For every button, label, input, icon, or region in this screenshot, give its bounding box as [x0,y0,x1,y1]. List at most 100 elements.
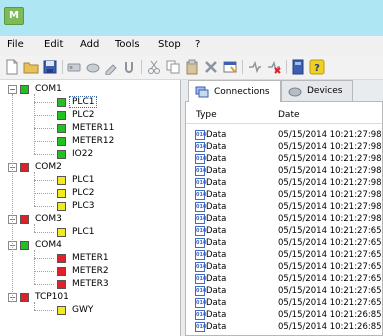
run-icon[interactable] [247,59,263,75]
table-row[interactable]: 010 Data 05/15/2014 10:21:27:98 [186,190,382,202]
toolbar: ? [0,55,383,80]
data-icon: 010 [195,226,207,236]
stop-icon[interactable] [266,59,282,75]
tree-device-node[interactable]: METER3 [57,278,111,290]
table-row[interactable]: 010 Data 05/15/2014 10:21:27:98 [186,178,382,190]
menu-add[interactable]: Add [80,39,99,50]
cell-date: 05/15/2014 10:21:27:65 [278,226,382,236]
data-icon: 010 [195,178,207,188]
properties-icon[interactable] [222,59,238,75]
save-icon[interactable] [42,59,58,75]
cell-date: 05/15/2014 10:21:26:85 [278,322,382,332]
cut-icon[interactable] [146,59,162,75]
tree-connector [34,180,54,181]
tree-device-node[interactable]: IO22 [57,148,95,160]
tree-node-label: PLC3 [72,201,95,211]
tree-port-node[interactable]: − TCP101 [8,291,71,303]
new-icon[interactable] [4,59,20,75]
tree-device-node[interactable]: METER12 [57,135,116,147]
tab-connections[interactable]: Connections [188,80,281,102]
tree-connector [34,172,35,206]
table-row[interactable]: 010 Data 05/15/2014 10:21:27:65 [186,250,382,262]
tree-port-node[interactable]: − COM2 [8,161,64,173]
data-icon: 010 [195,250,207,260]
status-square-icon [20,240,29,250]
copy-icon[interactable] [165,59,181,75]
column-type[interactable]: Type [196,110,217,120]
table-row[interactable]: 010 Data 05/15/2014 10:21:27:65 [186,262,382,274]
paste2-icon[interactable] [184,59,200,75]
help-icon[interactable]: ? [309,59,325,75]
status-square-icon [57,305,66,315]
cell-date: 05/15/2014 10:21:27:98 [278,130,382,140]
tree-connector [34,258,54,259]
tree-device-node[interactable]: PLC2 [57,109,96,121]
table-row[interactable]: 010 Data 05/15/2014 10:21:27:65 [186,286,382,298]
tree-node-label: PLC2 [72,188,95,198]
device-icon[interactable] [290,59,306,75]
app-logo-icon[interactable]: M [4,7,24,25]
settings-icon[interactable] [103,59,119,75]
table-row[interactable]: 010 Data 05/15/2014 10:21:27:65 [186,238,382,250]
tree-device-node[interactable]: GWY [57,304,95,316]
cell-type: Data [206,322,227,332]
tree-device-node[interactable]: METER2 [57,265,111,277]
data-icon: 010 [195,154,207,164]
table-row[interactable]: 010 Data 05/15/2014 10:21:27:65 [186,298,382,310]
tab-devices[interactable]: Devices [281,80,353,101]
disconnect-icon[interactable] [85,59,101,75]
tree-port-node[interactable]: − COM4 [8,239,64,251]
log-table: Type Date 010 Data 05/15/2014 10:21:27:98 0… [185,101,383,336]
menu-file[interactable]: File [7,39,24,50]
cell-date: 05/15/2014 10:21:27:65 [278,238,382,248]
column-date[interactable]: Date [278,110,300,120]
tree-port-node[interactable]: − COM1 [8,83,64,95]
menu-bar: File Edit Add Tools Stop ? [0,36,383,55]
menu-edit[interactable]: Edit [44,39,63,50]
tree-node-label: COM4 [35,240,62,250]
delete-icon[interactable] [203,59,219,75]
tree-device-node[interactable]: PLC1 [57,96,98,108]
title-bar[interactable]: M [0,0,383,36]
table-row[interactable]: 010 Data 05/15/2014 10:21:27:98 [186,214,382,226]
tree-node-label: COM3 [35,214,62,224]
tree-node-label: METER1 [72,253,109,263]
status-square-icon [57,279,66,289]
menu-help[interactable]: ? [195,39,200,50]
table-row[interactable]: 010 Data 05/15/2014 10:21:27:98 [186,202,382,214]
connection-tree[interactable]: − COM1 PLC1 PLC2 METER11 METER12 IO22 − COM2 PLC1… [0,80,181,336]
tree-device-node[interactable]: METER1 [57,252,111,264]
status-square-icon [57,227,66,237]
tree-device-node[interactable]: PLC1 [57,226,96,238]
table-row[interactable]: 010 Data 05/15/2014 10:21:27:98 [186,166,382,178]
tree-connector [34,94,35,154]
cell-type: Data [206,250,227,260]
menu-tools[interactable]: Tools [115,39,140,50]
tree-device-node[interactable]: PLC3 [57,200,96,212]
tree-device-node[interactable]: PLC1 [57,174,96,186]
tree-expander[interactable]: − [8,84,17,94]
table-row[interactable]: 010 Data 05/15/2014 10:21:27:98 [186,154,382,166]
open-icon[interactable] [23,59,39,75]
cell-date: 05/15/2014 10:21:27:98 [278,214,382,224]
data-icon: 010 [195,286,207,296]
table-row[interactable]: 010 Data 05/15/2014 10:21:27:65 [186,226,382,238]
cell-type: Data [206,286,227,296]
table-row[interactable]: 010 Data 05/15/2014 10:21:27:65 [186,274,382,286]
table-row[interactable]: 010 Data 05/15/2014 10:21:26:85 [186,310,382,322]
table-row[interactable]: 010 Data 05/15/2014 10:21:27:98 [186,142,382,154]
status-square-icon [20,292,29,302]
table-row[interactable]: 010 Data 05/15/2014 10:21:26:85 [186,322,382,334]
tree-device-node[interactable]: METER11 [57,122,116,134]
menu-stop[interactable]: Stop [158,39,181,50]
tree-device-node[interactable]: PLC2 [57,187,96,199]
cell-type: Data [206,298,227,308]
tree-port-node[interactable]: − COM3 [8,213,64,225]
paste-icon[interactable] [121,59,137,75]
connect-icon[interactable] [66,59,82,75]
cell-date: 05/15/2014 10:21:27:65 [278,262,382,272]
table-row[interactable]: 010 Data 05/15/2014 10:21:27:98 [186,130,382,142]
cell-type: Data [206,262,227,272]
tree-node-label: COM1 [35,84,62,94]
status-square-icon [57,97,66,107]
